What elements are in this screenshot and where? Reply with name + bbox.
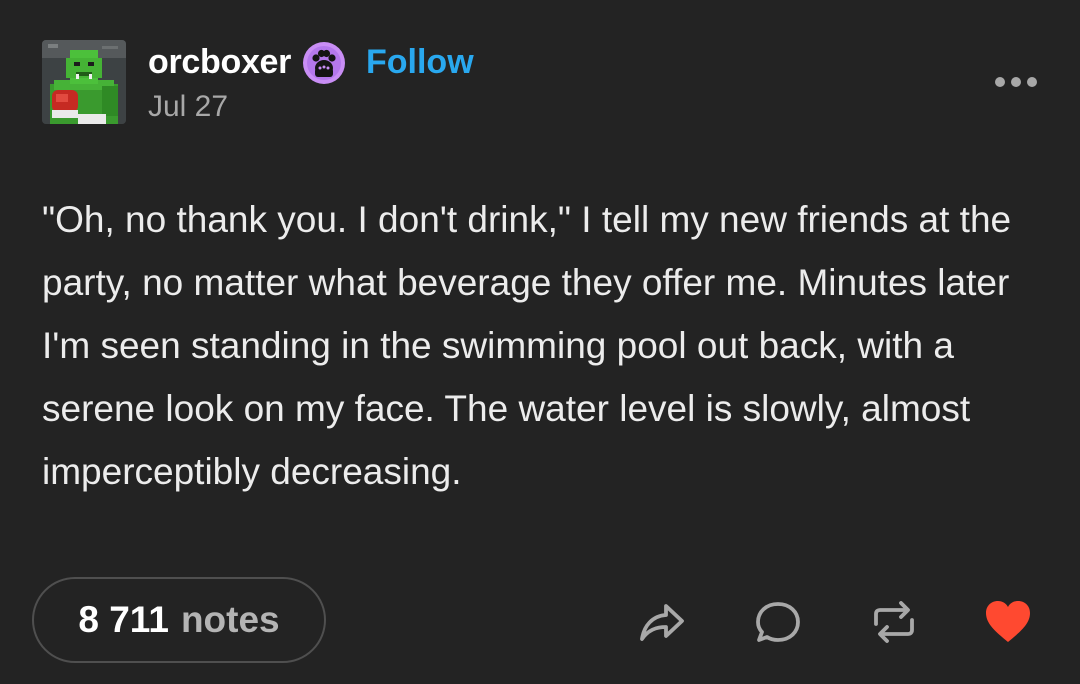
post-body-text: "Oh, no thank you. I don't drink," I tel… (42, 199, 1012, 492)
more-dots-icon[interactable] (992, 70, 1040, 94)
orc-boxer-avatar-icon (42, 40, 126, 124)
post-date[interactable]: Jul 27 (148, 89, 228, 125)
follow-button[interactable]: Follow (366, 42, 474, 82)
notes-label: notes (180, 599, 280, 640)
notes-button[interactable]: 8 711 notes (32, 577, 326, 663)
reply-icon[interactable] (752, 596, 804, 648)
notes-count: 8 711 (78, 599, 169, 640)
avatar[interactable] (42, 40, 126, 124)
post-card: orcboxer Follow Jul 27 "Oh, no thank you… (0, 0, 1080, 684)
reblog-icon[interactable] (868, 596, 920, 648)
username-link[interactable]: orcboxer (148, 42, 291, 82)
share-icon[interactable] (636, 596, 688, 648)
heart-icon[interactable] (982, 596, 1034, 648)
paw-badge-icon[interactable] (302, 41, 346, 85)
